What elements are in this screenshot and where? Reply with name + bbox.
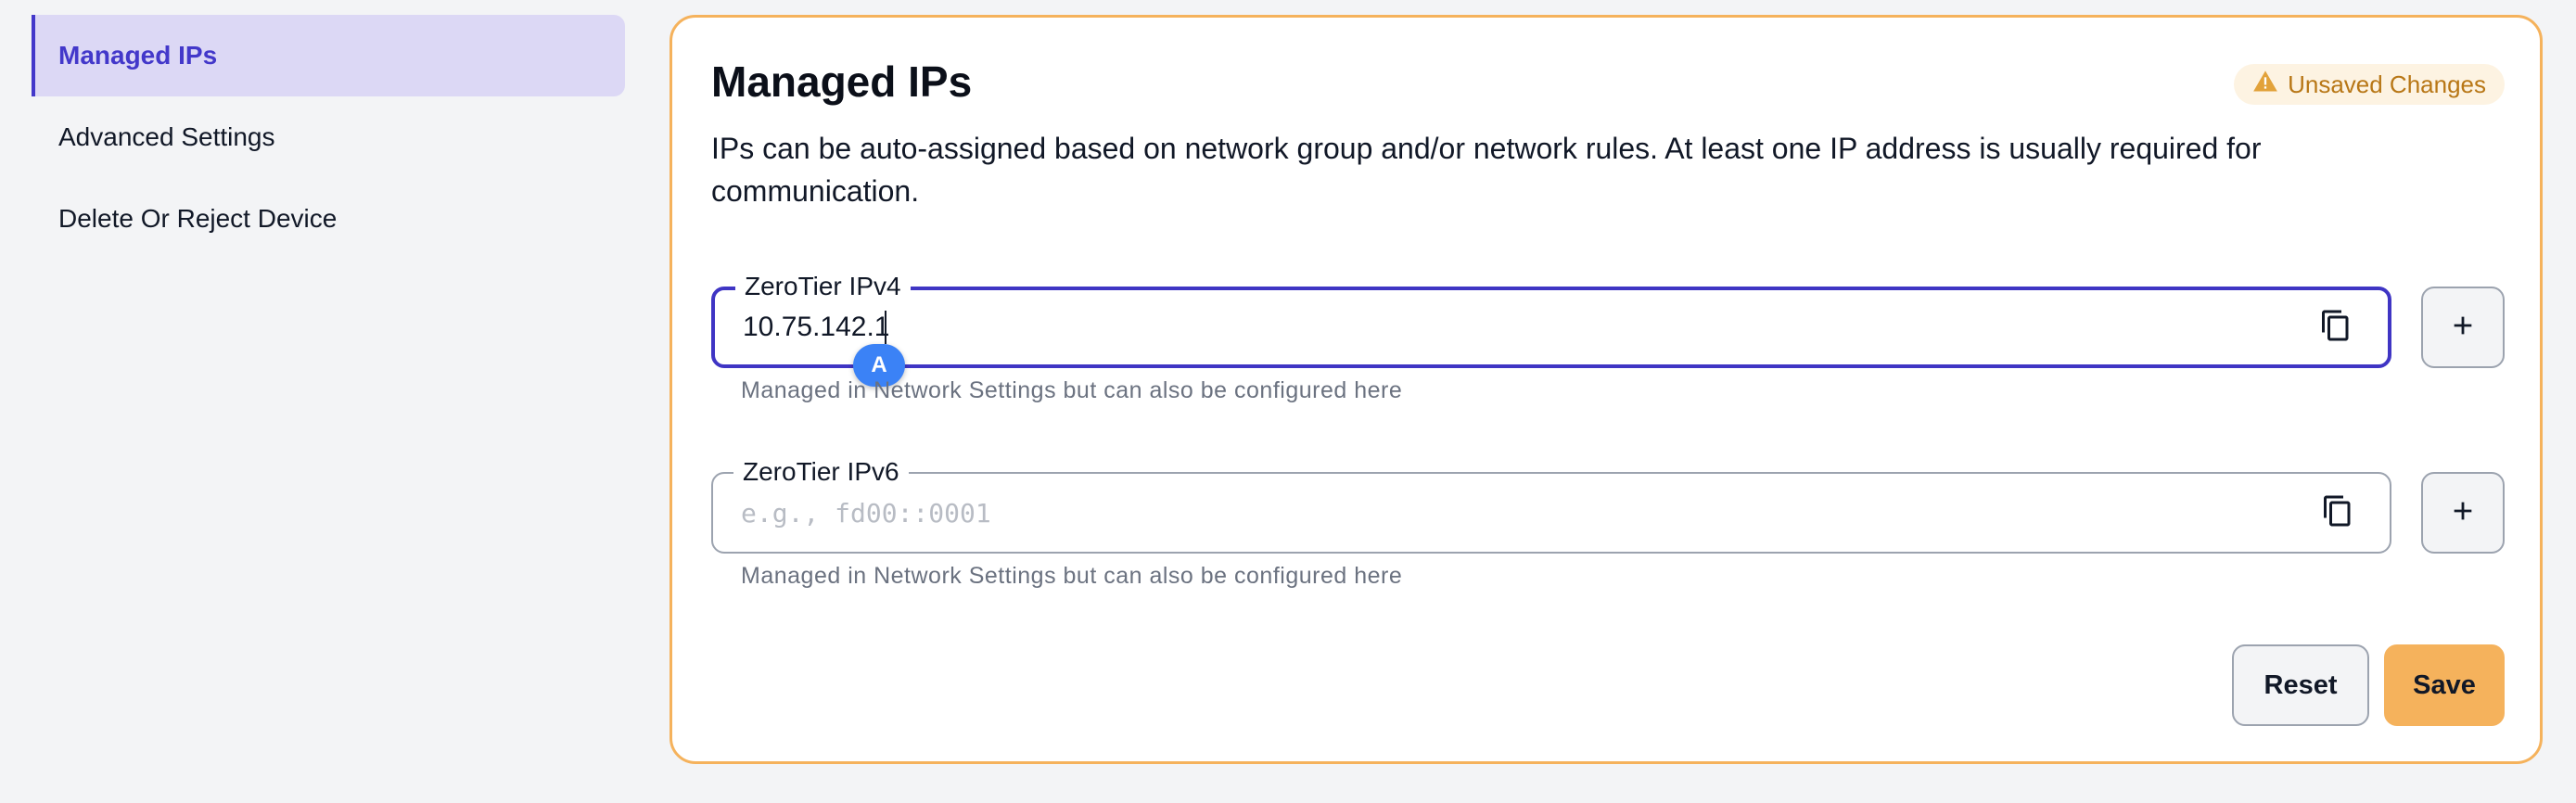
page-title: Managed IPs [711,57,973,106]
ipv4-helper-text: Managed in Network Settings but can also… [741,377,1403,403]
sidebar: Managed IPs Advanced Settings Delete Or … [32,15,625,260]
copy-icon [2319,309,2353,347]
badge-label: Unsaved Changes [2288,70,2486,98]
warning-icon [2252,69,2278,101]
copy-icon [2321,494,2354,532]
description: IPs can be auto-assigned based on networ… [711,132,2262,208]
plus-icon [2450,498,2476,529]
copy-ipv6-button[interactable] [2319,494,2356,531]
add-ipv6-button[interactable] [2421,472,2505,554]
ipv6-helper-text: Managed in Network Settings but can also… [741,563,1403,589]
managed-ips-card: Managed IPs Unsaved Changes IPs can be a… [670,15,2543,764]
sidebar-item-label: Managed IPs [58,41,218,70]
sidebar-item-delete-or-reject-device[interactable]: Delete Or Reject Device [32,178,625,260]
text-caret [885,311,886,344]
sidebar-item-label: Delete Or Reject Device [58,204,338,233]
ipv4-field[interactable]: ZeroTier IPv4 [711,272,2391,368]
sidebar-item-label: Advanced Settings [58,122,275,151]
ipv6-input[interactable] [741,474,2271,552]
ipv6-field[interactable]: ZeroTier IPv6 [711,457,2391,554]
add-ipv4-button[interactable] [2421,287,2505,368]
plus-icon [2450,312,2476,343]
ipv4-input[interactable] [743,290,2273,364]
sidebar-item-managed-ips[interactable]: Managed IPs [32,15,625,96]
reset-button[interactable]: Reset [2232,644,2369,726]
unsaved-changes-badge: Unsaved Changes [2234,64,2505,105]
save-button[interactable]: Save [2384,644,2505,726]
copy-ipv4-button[interactable] [2317,309,2354,346]
sidebar-item-advanced-settings[interactable]: Advanced Settings [32,96,625,178]
